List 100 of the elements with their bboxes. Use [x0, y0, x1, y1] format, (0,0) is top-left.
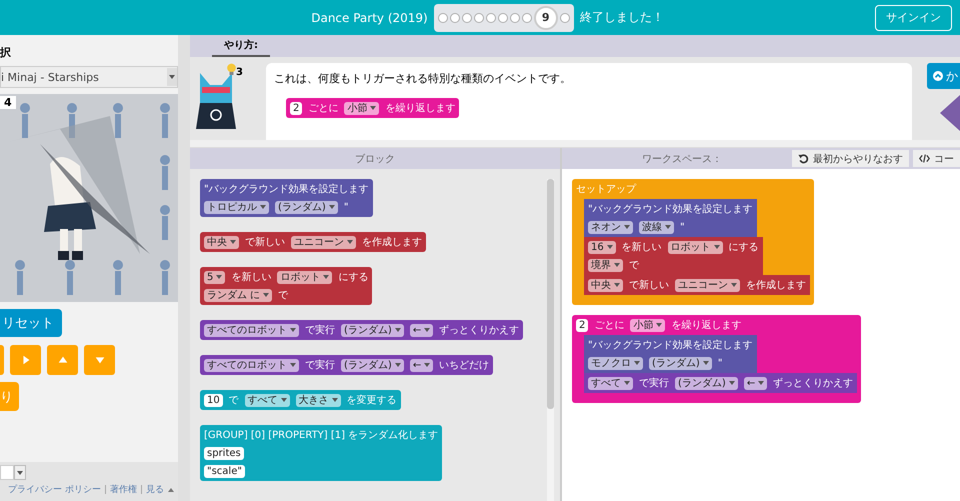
- block-dropdown[interactable]: すべて: [588, 376, 633, 390]
- level-bubble[interactable]: [510, 12, 520, 22]
- level-bubble[interactable]: [450, 12, 460, 22]
- block-dropdown[interactable]: すべて: [244, 394, 290, 406]
- block-label: ずっとくりかえす: [439, 324, 520, 337]
- level-bubble[interactable]: [486, 12, 496, 22]
- block-label: を作成します: [746, 278, 806, 292]
- block-dropdown[interactable]: すべてのロボット: [204, 358, 299, 372]
- caret-icon: [332, 398, 338, 402]
- block-dropdown[interactable]: トロピカル: [204, 200, 269, 214]
- caret-icon: [394, 328, 401, 332]
- caret-icon: [290, 363, 296, 367]
- caret-icon[interactable]: [168, 488, 174, 492]
- caret-icon: [323, 275, 330, 279]
- code-block[interactable]: "バックグラウンド効果を設定します モノクロ (ランダム) ": [584, 335, 757, 373]
- caret-icon: [731, 283, 737, 287]
- block-dropdown[interactable]: ユニコーン: [675, 278, 740, 292]
- block-dropdown[interactable]: (ランダム): [341, 358, 404, 372]
- song-select[interactable]: i Minaj - Starships: [0, 66, 178, 88]
- code-block[interactable]: 2 ごとに 小節 を繰り返します "バックグラウンド効果を設定します モノクロ (ランダム) " すべて で実行 (ランダム) ← ずっとくりかえす: [572, 315, 862, 403]
- scrollbar[interactable]: [547, 179, 554, 501]
- block-dropdown[interactable]: 小節: [630, 318, 666, 332]
- block-dropdown[interactable]: すべてのロボット: [204, 324, 299, 336]
- instruction-text: これは、何度もトリガーされる特別な種類のイベントです。: [274, 71, 572, 86]
- toolbox-title: ブロック: [355, 152, 395, 166]
- workspace-title: ワークスペース：: [642, 152, 722, 166]
- block-dropdown[interactable]: 境界: [588, 258, 623, 272]
- block-input-field[interactable]: sprites: [204, 446, 244, 460]
- caret-icon: [230, 240, 236, 244]
- caret-icon: [624, 381, 630, 385]
- level-bubble[interactable]: [498, 12, 508, 22]
- code-block[interactable]: 5 を新しい ロボット にする ランダム に で: [200, 267, 372, 305]
- code-block[interactable]: "バックグラウンド効果を設定します トロピカル (ランダム) ": [200, 179, 373, 217]
- block-input-field[interactable]: 2: [576, 318, 588, 332]
- arrow-button[interactable]: [0, 345, 4, 375]
- code-block[interactable]: セットアップ "バックグラウンド効果を設定します ネオン 波線 " 16 を新しい ロボット にする 境界 で 中央 で新しい ユニコーン を作成します: [572, 179, 814, 305]
- level-bubble[interactable]: [474, 12, 484, 22]
- code-block[interactable]: 10 で すべて 大きさ を変更する: [200, 390, 401, 410]
- block-input-field[interactable]: 10: [204, 394, 223, 406]
- block-dropdown[interactable]: ←: [410, 324, 434, 336]
- level-bubble[interactable]: [522, 12, 532, 22]
- caret-icon: [758, 381, 764, 385]
- code-block[interactable]: すべてのロボット で実行 (ランダム) ← ずっとくりかえす: [200, 320, 524, 340]
- block-label: ": [718, 358, 722, 368]
- level-bubble[interactable]: [462, 12, 472, 22]
- block-label: [GROUP] [0] [PROPERTY] [1] をランダム化します: [204, 429, 438, 442]
- block-dropdown[interactable]: (ランダム): [649, 356, 712, 370]
- code-block[interactable]: 中央 で新しい ユニコーン を作成します: [584, 275, 810, 295]
- arrow-button[interactable]: [10, 345, 41, 375]
- lesson-title: Dance Party (2019): [311, 10, 428, 24]
- block-label: で: [278, 289, 288, 302]
- arrow-button[interactable]: [47, 345, 78, 375]
- caret-icon: [260, 205, 266, 209]
- caret-icon: [665, 225, 671, 229]
- caret-icon: [656, 323, 662, 327]
- block-dropdown[interactable]: (ランダム): [341, 324, 404, 336]
- block-dropdown[interactable]: 小節: [344, 102, 380, 114]
- block-dropdown[interactable]: 16: [588, 240, 616, 254]
- block-dropdown[interactable]: モノクロ: [588, 356, 643, 370]
- caret-icon: [347, 240, 353, 244]
- code-block[interactable]: "バックグラウンド効果を設定します ネオン 波線 ": [584, 199, 757, 237]
- code-block[interactable]: [GROUP] [0] [PROPERTY] [1] をランダム化します sprites "scale": [200, 425, 442, 481]
- instructions-tab[interactable]: やり方:: [212, 38, 270, 57]
- code-block[interactable]: 中央 で新しい ユニコーン を作成します: [200, 232, 426, 252]
- block-dropdown[interactable]: ランダム に: [204, 288, 272, 302]
- lightbulb-icon[interactable]: [226, 63, 237, 76]
- caret-icon: [424, 328, 430, 332]
- block-dropdown[interactable]: (ランダム): [675, 376, 738, 390]
- level-bubble[interactable]: [438, 12, 448, 22]
- block-label: ごとに: [594, 319, 624, 332]
- block-dropdown[interactable]: 5: [204, 270, 226, 284]
- block-label: いちどだけ: [439, 359, 490, 372]
- block-input-field[interactable]: "scale": [204, 464, 245, 478]
- block-dropdown[interactable]: ロボット: [277, 270, 332, 284]
- song-label: 択: [0, 45, 12, 60]
- block-label: ごとに: [308, 102, 338, 115]
- block-dropdown[interactable]: ←: [744, 376, 768, 390]
- block-dropdown[interactable]: ユニコーン: [291, 236, 356, 248]
- start-over-button[interactable]: 最初からやりなおす: [792, 150, 909, 167]
- caret-icon: [424, 363, 430, 367]
- code-button[interactable]: コー: [913, 150, 960, 167]
- block-label: ": [344, 202, 348, 212]
- level-bubble[interactable]: [560, 12, 570, 22]
- block-input-field[interactable]: 2: [290, 102, 302, 114]
- block-dropdown[interactable]: 中央: [588, 278, 623, 292]
- code-block[interactable]: すべて で実行 (ランダム) ← ずっとくりかえす: [584, 373, 858, 393]
- block-dropdown[interactable]: 大きさ: [296, 394, 341, 406]
- block-dropdown[interactable]: 波線: [639, 220, 674, 234]
- block-label: で実行: [305, 358, 335, 372]
- block-dropdown[interactable]: (ランダム): [275, 200, 338, 214]
- block-label: "バックグラウンド効果を設定します: [588, 338, 753, 352]
- level-bubble[interactable]: 9: [534, 6, 558, 30]
- code-block[interactable]: 2 ごとに 小節 を繰り返します: [286, 98, 460, 118]
- arrow-button[interactable]: [84, 345, 115, 375]
- code-block[interactable]: 16 を新しい ロボット にする 境界 で: [584, 237, 763, 275]
- block-dropdown[interactable]: 中央: [204, 236, 239, 248]
- block-dropdown[interactable]: ロボット: [668, 240, 723, 254]
- block-dropdown[interactable]: ネオン: [588, 220, 633, 234]
- code-block[interactable]: すべてのロボット で実行 (ランダム) ← いちどだけ: [200, 355, 494, 375]
- block-dropdown[interactable]: ←: [410, 358, 434, 372]
